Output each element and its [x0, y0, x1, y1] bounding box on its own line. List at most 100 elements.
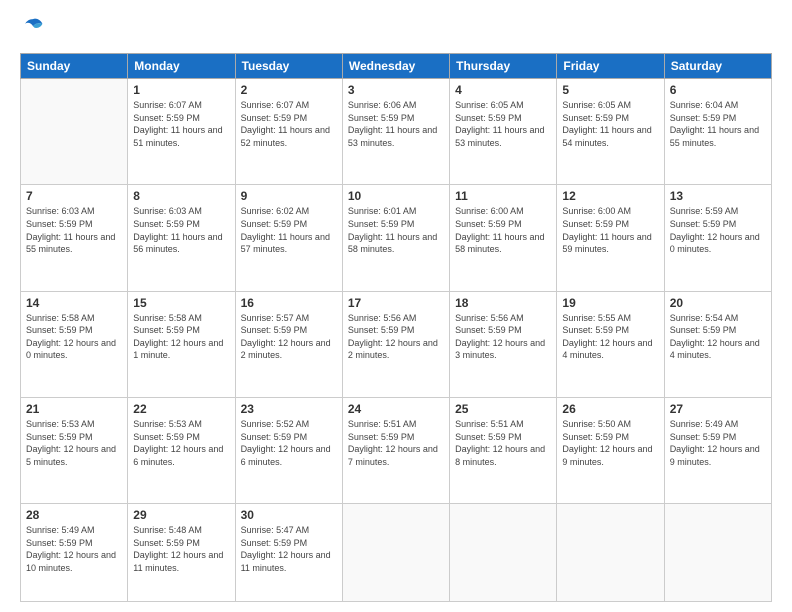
sunrise-text: Sunrise: 5:51 AM [455, 418, 551, 431]
day-info: Sunrise: 5:58 AMSunset: 5:59 PMDaylight:… [133, 312, 229, 362]
sunrise-text: Sunrise: 6:01 AM [348, 205, 444, 218]
sunset-text: Sunset: 5:59 PM [241, 112, 337, 125]
sunset-text: Sunset: 5:59 PM [133, 218, 229, 231]
sunrise-text: Sunrise: 5:53 AM [133, 418, 229, 431]
sunset-text: Sunset: 5:59 PM [348, 324, 444, 337]
day-number: 25 [455, 402, 551, 416]
calendar-week-row: 14Sunrise: 5:58 AMSunset: 5:59 PMDayligh… [21, 291, 772, 397]
day-number: 3 [348, 83, 444, 97]
daylight-text: Daylight: 12 hours and 2 minutes. [348, 337, 444, 362]
day-number: 22 [133, 402, 229, 416]
calendar-week-row: 21Sunrise: 5:53 AMSunset: 5:59 PMDayligh… [21, 397, 772, 503]
day-info: Sunrise: 5:58 AMSunset: 5:59 PMDaylight:… [26, 312, 122, 362]
header [20, 16, 772, 43]
day-number: 17 [348, 296, 444, 310]
weekday-header: Monday [128, 54, 235, 79]
sunrise-text: Sunrise: 6:00 AM [562, 205, 658, 218]
daylight-text: Daylight: 12 hours and 8 minutes. [455, 443, 551, 468]
day-number: 10 [348, 189, 444, 203]
sunset-text: Sunset: 5:59 PM [670, 324, 766, 337]
day-number: 20 [670, 296, 766, 310]
day-number: 15 [133, 296, 229, 310]
calendar-week-row: 1Sunrise: 6:07 AMSunset: 5:59 PMDaylight… [21, 79, 772, 185]
sunrise-text: Sunrise: 5:49 AM [26, 524, 122, 537]
daylight-text: Daylight: 11 hours and 53 minutes. [348, 124, 444, 149]
weekday-header: Thursday [450, 54, 557, 79]
calendar-cell: 1 Sunrise: 6:07 AMSunset: 5:59 PMDaylight… [128, 79, 235, 185]
calendar-cell [664, 504, 771, 602]
calendar-cell: 21Sunrise: 5:53 AMSunset: 5:59 PMDayligh… [21, 397, 128, 503]
daylight-text: Daylight: 11 hours and 53 minutes. [455, 124, 551, 149]
daylight-text: Daylight: 11 hours and 58 minutes. [455, 231, 551, 256]
sunset-text: Sunset: 5:59 PM [133, 112, 229, 125]
calendar-cell: 19Sunrise: 5:55 AMSunset: 5:59 PMDayligh… [557, 291, 664, 397]
daylight-text: Daylight: 11 hours and 51 minutes. [133, 124, 229, 149]
day-number: 18 [455, 296, 551, 310]
sunrise-text: Sunrise: 5:55 AM [562, 312, 658, 325]
day-number: 8 [133, 189, 229, 203]
calendar-cell: 20Sunrise: 5:54 AMSunset: 5:59 PMDayligh… [664, 291, 771, 397]
day-number: 1 [133, 83, 229, 97]
day-info: Sunrise: 6:04 AMSunset: 5:59 PMDaylight:… [670, 99, 766, 149]
sunrise-text: Sunrise: 6:00 AM [455, 205, 551, 218]
sunrise-text: Sunrise: 5:52 AM [241, 418, 337, 431]
sunrise-text: Sunrise: 6:07 AM [133, 99, 229, 112]
sunset-text: Sunset: 5:59 PM [26, 218, 122, 231]
day-number: 9 [241, 189, 337, 203]
day-number: 29 [133, 508, 229, 522]
daylight-text: Daylight: 11 hours and 55 minutes. [26, 231, 122, 256]
sunset-text: Sunset: 5:59 PM [455, 112, 551, 125]
calendar-cell: 18Sunrise: 5:56 AMSunset: 5:59 PMDayligh… [450, 291, 557, 397]
daylight-text: Daylight: 11 hours and 56 minutes. [133, 231, 229, 256]
day-info: Sunrise: 5:49 AMSunset: 5:59 PMDaylight:… [26, 524, 122, 574]
calendar-cell [557, 504, 664, 602]
day-number: 16 [241, 296, 337, 310]
daylight-text: Daylight: 12 hours and 4 minutes. [562, 337, 658, 362]
sunrise-text: Sunrise: 6:05 AM [562, 99, 658, 112]
calendar-cell: 7Sunrise: 6:03 AMSunset: 5:59 PMDaylight… [21, 185, 128, 291]
sunrise-text: Sunrise: 6:03 AM [26, 205, 122, 218]
sunset-text: Sunset: 5:59 PM [562, 218, 658, 231]
calendar-cell: 28Sunrise: 5:49 AMSunset: 5:59 PMDayligh… [21, 504, 128, 602]
sunset-text: Sunset: 5:59 PM [455, 324, 551, 337]
day-info: Sunrise: 5:52 AMSunset: 5:59 PMDaylight:… [241, 418, 337, 468]
weekday-header: Tuesday [235, 54, 342, 79]
logo [20, 16, 46, 43]
daylight-text: Daylight: 11 hours and 59 minutes. [562, 231, 658, 256]
daylight-text: Daylight: 12 hours and 0 minutes. [670, 231, 766, 256]
sunset-text: Sunset: 5:59 PM [133, 324, 229, 337]
sunrise-text: Sunrise: 5:51 AM [348, 418, 444, 431]
calendar-cell: 24Sunrise: 5:51 AMSunset: 5:59 PMDayligh… [342, 397, 449, 503]
sunset-text: Sunset: 5:59 PM [133, 431, 229, 444]
calendar-cell [21, 79, 128, 185]
calendar-cell: 23 Sunrise: 5:52 AMSunset: 5:59 PMDayligh… [235, 397, 342, 503]
daylight-text: Daylight: 12 hours and 11 minutes. [133, 549, 229, 574]
sunset-text: Sunset: 5:59 PM [241, 537, 337, 550]
sunrise-text: Sunrise: 5:54 AM [670, 312, 766, 325]
day-info: Sunrise: 6:02 AMSunset: 5:59 PMDaylight:… [241, 205, 337, 255]
daylight-text: Daylight: 12 hours and 5 minutes. [26, 443, 122, 468]
day-number: 13 [670, 189, 766, 203]
day-info: Sunrise: 6:03 AMSunset: 5:59 PMDaylight:… [133, 205, 229, 255]
day-number: 30 [241, 508, 337, 522]
day-number: 4 [455, 83, 551, 97]
daylight-text: Daylight: 12 hours and 10 minutes. [26, 549, 122, 574]
day-info: Sunrise: 5:53 AMSunset: 5:59 PMDaylight:… [26, 418, 122, 468]
sunset-text: Sunset: 5:59 PM [348, 112, 444, 125]
calendar-cell: 14Sunrise: 5:58 AMSunset: 5:59 PMDayligh… [21, 291, 128, 397]
calendar-cell: 9 Sunrise: 6:02 AMSunset: 5:59 PMDaylight… [235, 185, 342, 291]
day-info: Sunrise: 6:07 AMSunset: 5:59 PMDaylight:… [133, 99, 229, 149]
daylight-text: Daylight: 12 hours and 6 minutes. [133, 443, 229, 468]
sunrise-text: Sunrise: 5:53 AM [26, 418, 122, 431]
day-number: 12 [562, 189, 658, 203]
daylight-text: Daylight: 11 hours and 52 minutes. [241, 124, 337, 149]
day-info: Sunrise: 5:49 AMSunset: 5:59 PMDaylight:… [670, 418, 766, 468]
day-info: Sunrise: 5:59 AMSunset: 5:59 PMDaylight:… [670, 205, 766, 255]
day-info: Sunrise: 5:48 AMSunset: 5:59 PMDaylight:… [133, 524, 229, 574]
sunset-text: Sunset: 5:59 PM [562, 431, 658, 444]
sunset-text: Sunset: 5:59 PM [670, 112, 766, 125]
day-info: Sunrise: 6:00 AMSunset: 5:59 PMDaylight:… [455, 205, 551, 255]
weekday-header: Wednesday [342, 54, 449, 79]
sunrise-text: Sunrise: 5:48 AM [133, 524, 229, 537]
day-number: 23 [241, 402, 337, 416]
